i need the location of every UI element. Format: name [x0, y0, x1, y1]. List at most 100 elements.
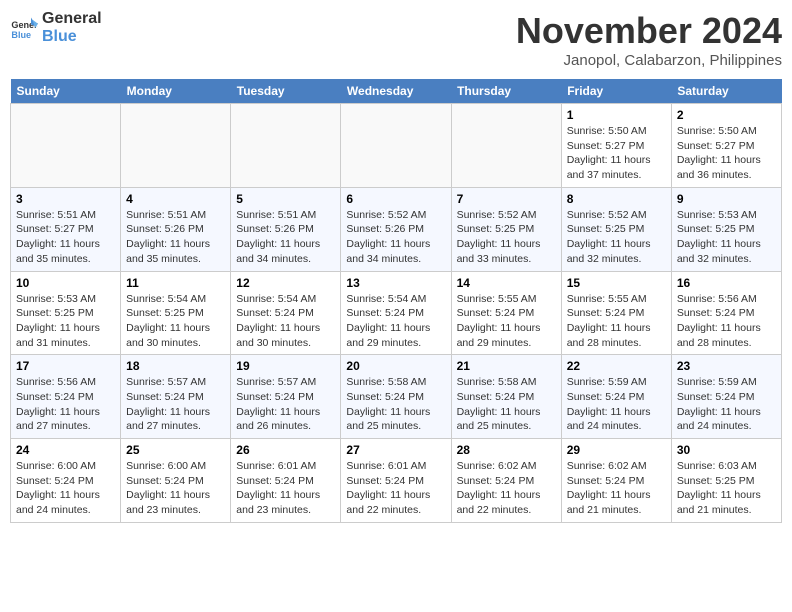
day-number: 26 [236, 443, 335, 457]
day-number: 24 [16, 443, 115, 457]
day-info: Sunrise: 5:54 AMSunset: 5:24 PMDaylight:… [236, 292, 335, 351]
calendar-cell: 16 Sunrise: 5:56 AMSunset: 5:24 PMDayligh… [671, 271, 781, 355]
day-info: Sunrise: 5:57 AMSunset: 5:24 PMDaylight:… [236, 375, 335, 434]
logo-general: General [42, 10, 102, 28]
day-number: 30 [677, 443, 776, 457]
day-info: Sunrise: 5:56 AMSunset: 5:24 PMDaylight:… [677, 292, 776, 351]
day-info: Sunrise: 5:59 AMSunset: 5:24 PMDaylight:… [677, 375, 776, 434]
day-info: Sunrise: 5:54 AMSunset: 5:24 PMDaylight:… [346, 292, 445, 351]
day-number: 2 [677, 108, 776, 122]
calendar-cell: 19 Sunrise: 5:57 AMSunset: 5:24 PMDayligh… [231, 355, 341, 439]
day-info: Sunrise: 5:52 AMSunset: 5:26 PMDaylight:… [346, 208, 445, 267]
calendar-cell: 24 Sunrise: 6:00 AMSunset: 5:24 PMDayligh… [11, 439, 121, 523]
day-info: Sunrise: 5:53 AMSunset: 5:25 PMDaylight:… [677, 208, 776, 267]
calendar-cell: 6 Sunrise: 5:52 AMSunset: 5:26 PMDaylight… [341, 187, 451, 271]
day-info: Sunrise: 6:00 AMSunset: 5:24 PMDaylight:… [16, 459, 115, 518]
calendar-cell: 22 Sunrise: 5:59 AMSunset: 5:24 PMDayligh… [561, 355, 671, 439]
calendar-cell: 4 Sunrise: 5:51 AMSunset: 5:26 PMDaylight… [121, 187, 231, 271]
calendar-cell: 2 Sunrise: 5:50 AMSunset: 5:27 PMDaylight… [671, 104, 781, 188]
day-info: Sunrise: 6:02 AMSunset: 5:24 PMDaylight:… [567, 459, 666, 518]
page-header: General Blue General Blue November 2024 … [10, 10, 782, 69]
calendar-cell [451, 104, 561, 188]
day-info: Sunrise: 5:53 AMSunset: 5:25 PMDaylight:… [16, 292, 115, 351]
day-number: 13 [346, 276, 445, 290]
calendar-week-2: 3Sunrise: 5:51 AMSunset: 5:27 PMDaylight… [11, 187, 782, 271]
day-number: 7 [457, 192, 556, 206]
day-number: 12 [236, 276, 335, 290]
day-info: Sunrise: 5:51 AMSunset: 5:26 PMDaylight:… [126, 208, 225, 267]
weekday-header-wednesday: Wednesday [341, 79, 451, 104]
calendar-cell: 25Sunrise: 6:00 AMSunset: 5:24 PMDayligh… [121, 439, 231, 523]
day-number: 20 [346, 359, 445, 373]
day-number: 5 [236, 192, 335, 206]
calendar-cell: 7 Sunrise: 5:52 AMSunset: 5:25 PMDaylight… [451, 187, 561, 271]
day-info: Sunrise: 6:03 AMSunset: 5:25 PMDaylight:… [677, 459, 776, 518]
calendar-table: SundayMondayTuesdayWednesdayThursdayFrid… [10, 79, 782, 523]
calendar-cell: 18 Sunrise: 5:57 AMSunset: 5:24 PMDayligh… [121, 355, 231, 439]
day-number: 16 [677, 276, 776, 290]
weekday-header-row: SundayMondayTuesdayWednesdayThursdayFrid… [11, 79, 782, 104]
day-number: 28 [457, 443, 556, 457]
logo: General Blue General Blue [10, 10, 102, 45]
calendar-cell: 8 Sunrise: 5:52 AMSunset: 5:25 PMDaylight… [561, 187, 671, 271]
month-title: November 2024 [516, 10, 782, 52]
calendar-cell: 28Sunrise: 6:02 AMSunset: 5:24 PMDayligh… [451, 439, 561, 523]
day-number: 18 [126, 359, 225, 373]
day-number: 25 [126, 443, 225, 457]
day-number: 29 [567, 443, 666, 457]
calendar-cell: 13 Sunrise: 5:54 AMSunset: 5:24 PMDayligh… [341, 271, 451, 355]
calendar-cell: 5 Sunrise: 5:51 AMSunset: 5:26 PMDaylight… [231, 187, 341, 271]
day-number: 21 [457, 359, 556, 373]
calendar-cell: 27 Sunrise: 6:01 AMSunset: 5:24 PMDayligh… [341, 439, 451, 523]
day-info: Sunrise: 6:01 AMSunset: 5:24 PMDaylight:… [346, 459, 445, 518]
day-number: 10 [16, 276, 115, 290]
day-info: Sunrise: 5:50 AMSunset: 5:27 PMDaylight:… [677, 124, 776, 183]
day-info: Sunrise: 5:58 AMSunset: 5:24 PMDaylight:… [457, 375, 556, 434]
day-number: 17 [16, 359, 115, 373]
day-number: 9 [677, 192, 776, 206]
calendar-week-4: 17 Sunrise: 5:56 AMSunset: 5:24 PMDayligh… [11, 355, 782, 439]
calendar-cell: 9 Sunrise: 5:53 AMSunset: 5:25 PMDaylight… [671, 187, 781, 271]
logo-icon: General Blue [10, 14, 38, 42]
day-number: 4 [126, 192, 225, 206]
day-number: 19 [236, 359, 335, 373]
calendar-cell: 11Sunrise: 5:54 AMSunset: 5:25 PMDayligh… [121, 271, 231, 355]
day-number: 22 [567, 359, 666, 373]
day-info: Sunrise: 5:57 AMSunset: 5:24 PMDaylight:… [126, 375, 225, 434]
logo-blue: Blue [42, 28, 102, 46]
day-info: Sunrise: 5:59 AMSunset: 5:24 PMDaylight:… [567, 375, 666, 434]
calendar-cell: 1 Sunrise: 5:50 AMSunset: 5:27 PMDaylight… [561, 104, 671, 188]
calendar-week-5: 24 Sunrise: 6:00 AMSunset: 5:24 PMDayligh… [11, 439, 782, 523]
day-info: Sunrise: 5:51 AMSunset: 5:27 PMDaylight:… [16, 208, 115, 267]
day-number: 6 [346, 192, 445, 206]
weekday-header-monday: Monday [121, 79, 231, 104]
calendar-cell [231, 104, 341, 188]
calendar-cell [341, 104, 451, 188]
day-number: 1 [567, 108, 666, 122]
day-info: Sunrise: 5:56 AMSunset: 5:24 PMDaylight:… [16, 375, 115, 434]
calendar-cell: 26 Sunrise: 6:01 AMSunset: 5:24 PMDayligh… [231, 439, 341, 523]
weekday-header-thursday: Thursday [451, 79, 561, 104]
calendar-cell: 30 Sunrise: 6:03 AMSunset: 5:25 PMDayligh… [671, 439, 781, 523]
calendar-cell: 12 Sunrise: 5:54 AMSunset: 5:24 PMDayligh… [231, 271, 341, 355]
day-info: Sunrise: 5:50 AMSunset: 5:27 PMDaylight:… [567, 124, 666, 183]
day-info: Sunrise: 6:01 AMSunset: 5:24 PMDaylight:… [236, 459, 335, 518]
svg-text:Blue: Blue [11, 29, 31, 39]
day-info: Sunrise: 5:52 AMSunset: 5:25 PMDaylight:… [567, 208, 666, 267]
calendar-week-1: 1 Sunrise: 5:50 AMSunset: 5:27 PMDaylight… [11, 104, 782, 188]
calendar-cell: 20 Sunrise: 5:58 AMSunset: 5:24 PMDayligh… [341, 355, 451, 439]
day-info: Sunrise: 5:51 AMSunset: 5:26 PMDaylight:… [236, 208, 335, 267]
calendar-cell: 14Sunrise: 5:55 AMSunset: 5:24 PMDayligh… [451, 271, 561, 355]
day-number: 8 [567, 192, 666, 206]
calendar-week-3: 10 Sunrise: 5:53 AMSunset: 5:25 PMDayligh… [11, 271, 782, 355]
calendar-cell: 21 Sunrise: 5:58 AMSunset: 5:24 PMDayligh… [451, 355, 561, 439]
calendar-cell: 29 Sunrise: 6:02 AMSunset: 5:24 PMDayligh… [561, 439, 671, 523]
calendar-cell: 15Sunrise: 5:55 AMSunset: 5:24 PMDayligh… [561, 271, 671, 355]
title-block: November 2024 Janopol, Calabarzon, Phili… [516, 10, 782, 69]
day-number: 27 [346, 443, 445, 457]
day-info: Sunrise: 5:58 AMSunset: 5:24 PMDaylight:… [346, 375, 445, 434]
weekday-header-sunday: Sunday [11, 79, 121, 104]
day-info: Sunrise: 5:52 AMSunset: 5:25 PMDaylight:… [457, 208, 556, 267]
weekday-header-saturday: Saturday [671, 79, 781, 104]
day-info: Sunrise: 5:54 AMSunset: 5:25 PMDaylight:… [126, 292, 225, 351]
